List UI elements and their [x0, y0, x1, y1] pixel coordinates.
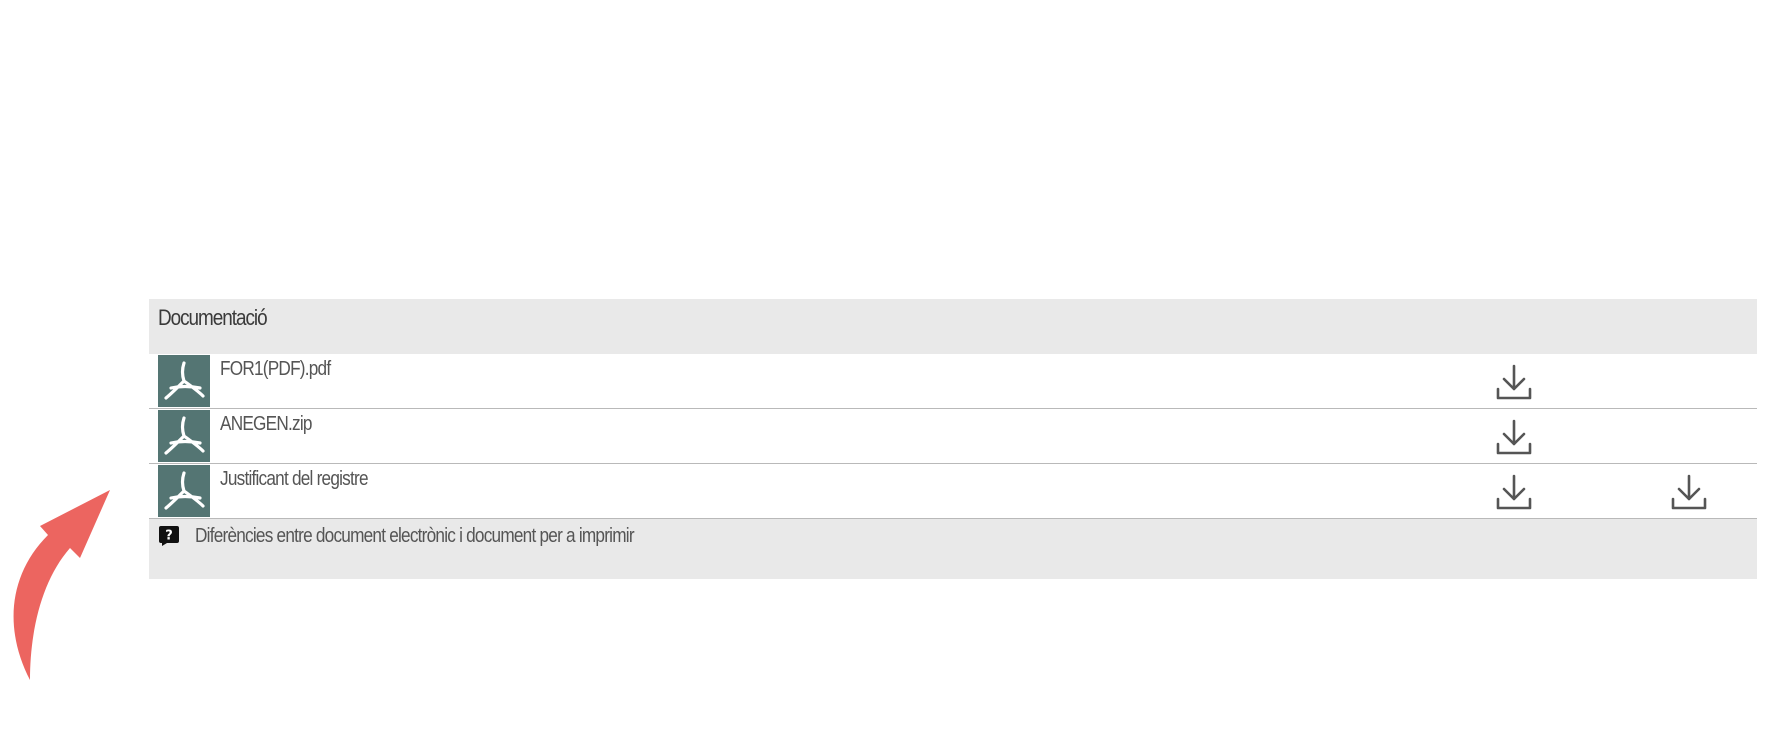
download-icon[interactable]	[1669, 473, 1709, 513]
document-row: ANEGEN.zip	[149, 409, 1757, 464]
download-icon[interactable]	[1494, 418, 1534, 458]
svg-text:?: ?	[165, 529, 173, 544]
pdf-icon[interactable]	[158, 410, 210, 462]
pdf-icon[interactable]	[158, 355, 210, 407]
download-icon[interactable]	[1494, 363, 1534, 403]
curved-arrow-icon	[0, 480, 130, 690]
file-name-link[interactable]: FOR1(PDF).pdf	[220, 358, 331, 381]
documentation-panel: Documentació FOR1(PDF).pdf ANEGEN.zip Ju…	[149, 299, 1757, 579]
download-icon[interactable]	[1494, 473, 1534, 513]
help-link[interactable]: ? Diferències entre document electrònic …	[158, 521, 705, 551]
help-text: Diferències entre document electrònic i …	[195, 524, 635, 547]
file-name-link[interactable]: ANEGEN.zip	[220, 413, 312, 436]
panel-title: Documentació	[158, 305, 268, 330]
question-icon: ?	[158, 525, 180, 547]
document-row: Justificant del registre	[149, 464, 1757, 519]
pdf-icon[interactable]	[158, 465, 210, 517]
document-row: FOR1(PDF).pdf	[149, 354, 1757, 409]
file-name-link[interactable]: Justificant del registre	[220, 468, 369, 491]
